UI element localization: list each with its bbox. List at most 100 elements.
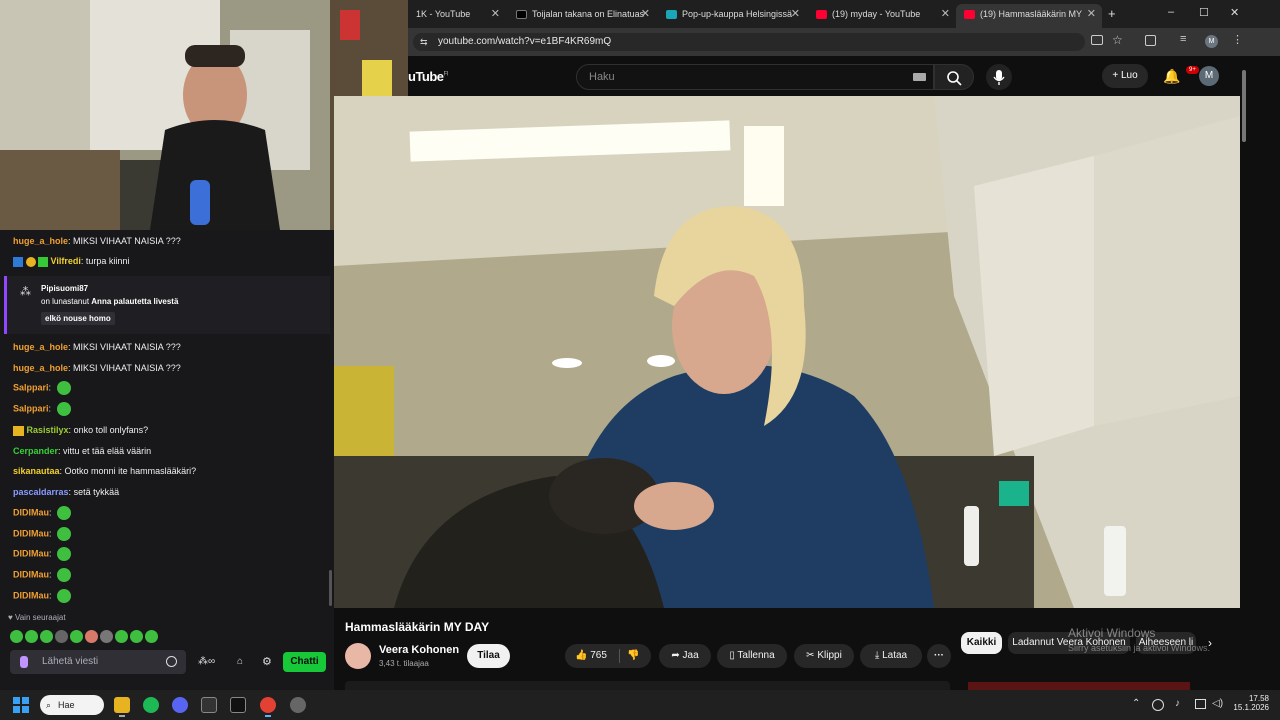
taskbar-search[interactable]: ⌕ Hae (40, 695, 104, 715)
account-avatar[interactable]: M (1199, 66, 1219, 86)
app-icon[interactable] (201, 697, 217, 713)
download-button[interactable]: ⤓ Lataa (860, 644, 922, 668)
emote-icon[interactable] (70, 630, 83, 644)
chat-scrollbar[interactable] (329, 570, 332, 606)
chat-username[interactable]: Cerpander (13, 446, 58, 456)
chat-username[interactable]: DIDIMau (13, 528, 49, 538)
tab-1[interactable]: 1K - YouTube ✕ (408, 4, 506, 28)
extensions-icon[interactable] (1145, 35, 1156, 46)
cast-icon[interactable] (1091, 35, 1103, 45)
profile-avatar[interactable]: M (1205, 35, 1218, 48)
clip-button[interactable]: ✂ Klippi (794, 644, 854, 668)
chat-username[interactable]: huge_a_hole (13, 236, 68, 246)
network-icon[interactable] (1195, 699, 1206, 709)
maximize-button[interactable]: ☐ (1199, 6, 1209, 19)
site-info-icon[interactable]: ⇆ (420, 37, 428, 48)
emote-bar[interactable] (10, 628, 190, 644)
tab-4[interactable]: (19) myday - YouTube ✕ (808, 4, 956, 28)
youtube-logo[interactable]: uTubeFI (408, 69, 448, 84)
emote-icon[interactable] (100, 630, 113, 644)
windows-start-icon[interactable] (13, 697, 29, 713)
channel-avatar[interactable] (345, 643, 371, 669)
emote-icon[interactable] (40, 630, 53, 644)
emote-icon[interactable] (55, 630, 68, 644)
tray-mic-icon[interactable]: ♪ (1175, 698, 1180, 709)
dislike-icon[interactable]: 👎 (627, 644, 639, 668)
chat-username[interactable]: pascaldarras (13, 487, 69, 497)
emote-icon[interactable] (130, 630, 143, 644)
chat-username[interactable]: huge_a_hole (13, 363, 68, 373)
heart-icon: ♥ (8, 613, 15, 622)
tab-5-active[interactable]: (19) Hammaslääkärin MY ✕ (956, 4, 1102, 28)
voice-search-button[interactable] (986, 64, 1012, 90)
subscribe-button[interactable]: Tilaa (467, 644, 510, 668)
chat-username[interactable]: DIDIMau (13, 590, 49, 600)
recommended-thumbnail[interactable] (968, 682, 1190, 690)
playlist-icon[interactable]: ≡ (1180, 33, 1186, 45)
spotify-icon[interactable] (143, 697, 159, 713)
more-actions-button[interactable]: ··· (927, 644, 951, 668)
chat-username[interactable]: Salppari (13, 382, 49, 392)
discord-icon[interactable] (172, 697, 188, 713)
share-button[interactable]: ➦ Jaa (659, 644, 711, 668)
close-tab-icon[interactable]: ✕ (1087, 4, 1096, 24)
emote-icon[interactable] (25, 630, 38, 644)
video-player[interactable] (334, 96, 1240, 608)
tab-2[interactable]: Toijalan takana on Elinatuas ✕ (508, 4, 656, 28)
badge-icon (38, 256, 49, 267)
emoji-icon[interactable] (166, 656, 177, 667)
mic-icon[interactable] (20, 656, 28, 668)
create-button[interactable]: + Luo (1102, 64, 1148, 88)
bookmark-star-icon[interactable]: ☆ (1112, 33, 1123, 47)
close-tab-icon[interactable]: ✕ (491, 4, 500, 24)
volume-icon[interactable]: ◁) (1212, 698, 1223, 709)
channel-name[interactable]: Veera Kohonen (379, 644, 459, 656)
store-icon[interactable]: ⌂ (237, 656, 243, 667)
chat-username[interactable]: DIDIMau (13, 548, 49, 558)
x-app-icon[interactable] (230, 697, 246, 713)
url-field[interactable]: youtube.com/watch?v=e1BF4KR69mQ (413, 33, 1085, 51)
chat-username[interactable]: DIDIMau (13, 569, 49, 579)
new-tab-button[interactable]: + (1108, 6, 1116, 21)
chat-messages[interactable]: huge_a_hole: MIKSI VIHAAT NAISIA ??? Vil… (4, 232, 330, 612)
obs-icon[interactable] (290, 697, 306, 713)
chat-send-button[interactable]: Chatti (283, 652, 326, 672)
emote-icon[interactable] (115, 630, 128, 644)
tray-app-icon[interactable] (1152, 699, 1164, 711)
description-box[interactable] (345, 681, 950, 690)
chat-username[interactable]: Salppari (13, 403, 49, 413)
chat-username[interactable]: sikanautaa (13, 466, 60, 476)
menu-icon[interactable]: ⋮ (1232, 33, 1243, 46)
close-tab-icon[interactable]: ✕ (791, 4, 800, 24)
taskbar-clock[interactable]: 17.58 15.1.2026 (1233, 694, 1269, 712)
search-input[interactable]: Haku (576, 64, 934, 90)
file-explorer-icon[interactable] (114, 697, 130, 713)
windows-taskbar (0, 690, 1280, 720)
close-window-button[interactable]: ✕ (1230, 6, 1239, 19)
channel-points-icon[interactable]: ⁂∞ (198, 656, 215, 667)
chip-all[interactable]: Kaikki (961, 632, 1002, 654)
search-button[interactable] (934, 64, 974, 90)
chat-username[interactable]: huge_a_hole (13, 342, 68, 352)
tray-chevron-up-icon[interactable]: ⌃ (1132, 698, 1140, 709)
emote-icon[interactable] (85, 630, 98, 644)
settings-gear-icon[interactable]: ⚙ (262, 655, 272, 668)
keyboard-icon[interactable] (913, 73, 926, 81)
save-button[interactable]: ▯ Tallenna (717, 644, 787, 668)
chat-username[interactable]: Rasistilyx (27, 425, 69, 435)
emote-icon[interactable] (145, 630, 158, 644)
chrome-icon[interactable] (260, 697, 276, 713)
close-tab-icon[interactable]: ✕ (641, 4, 650, 24)
like-count[interactable]: 765 (590, 650, 607, 661)
minimize-button[interactable]: – (1168, 6, 1174, 18)
notifications-bell-icon[interactable]: 🔔 (1163, 68, 1180, 85)
redemption-user[interactable]: Pipisuomi87 (41, 284, 88, 293)
emote-icon[interactable] (10, 630, 23, 644)
chat-username[interactable]: DIDIMau (13, 507, 49, 517)
tab-3[interactable]: Pop-up-kauppa Helsingissä ✕ (658, 4, 806, 28)
like-icon[interactable]: 👍 (575, 650, 587, 661)
page-scrollbar[interactable] (1242, 70, 1246, 142)
chat-username[interactable]: Vilfredi (51, 256, 81, 266)
chat-input[interactable]: Lähetä viesti (10, 650, 186, 674)
close-tab-icon[interactable]: ✕ (941, 4, 950, 24)
